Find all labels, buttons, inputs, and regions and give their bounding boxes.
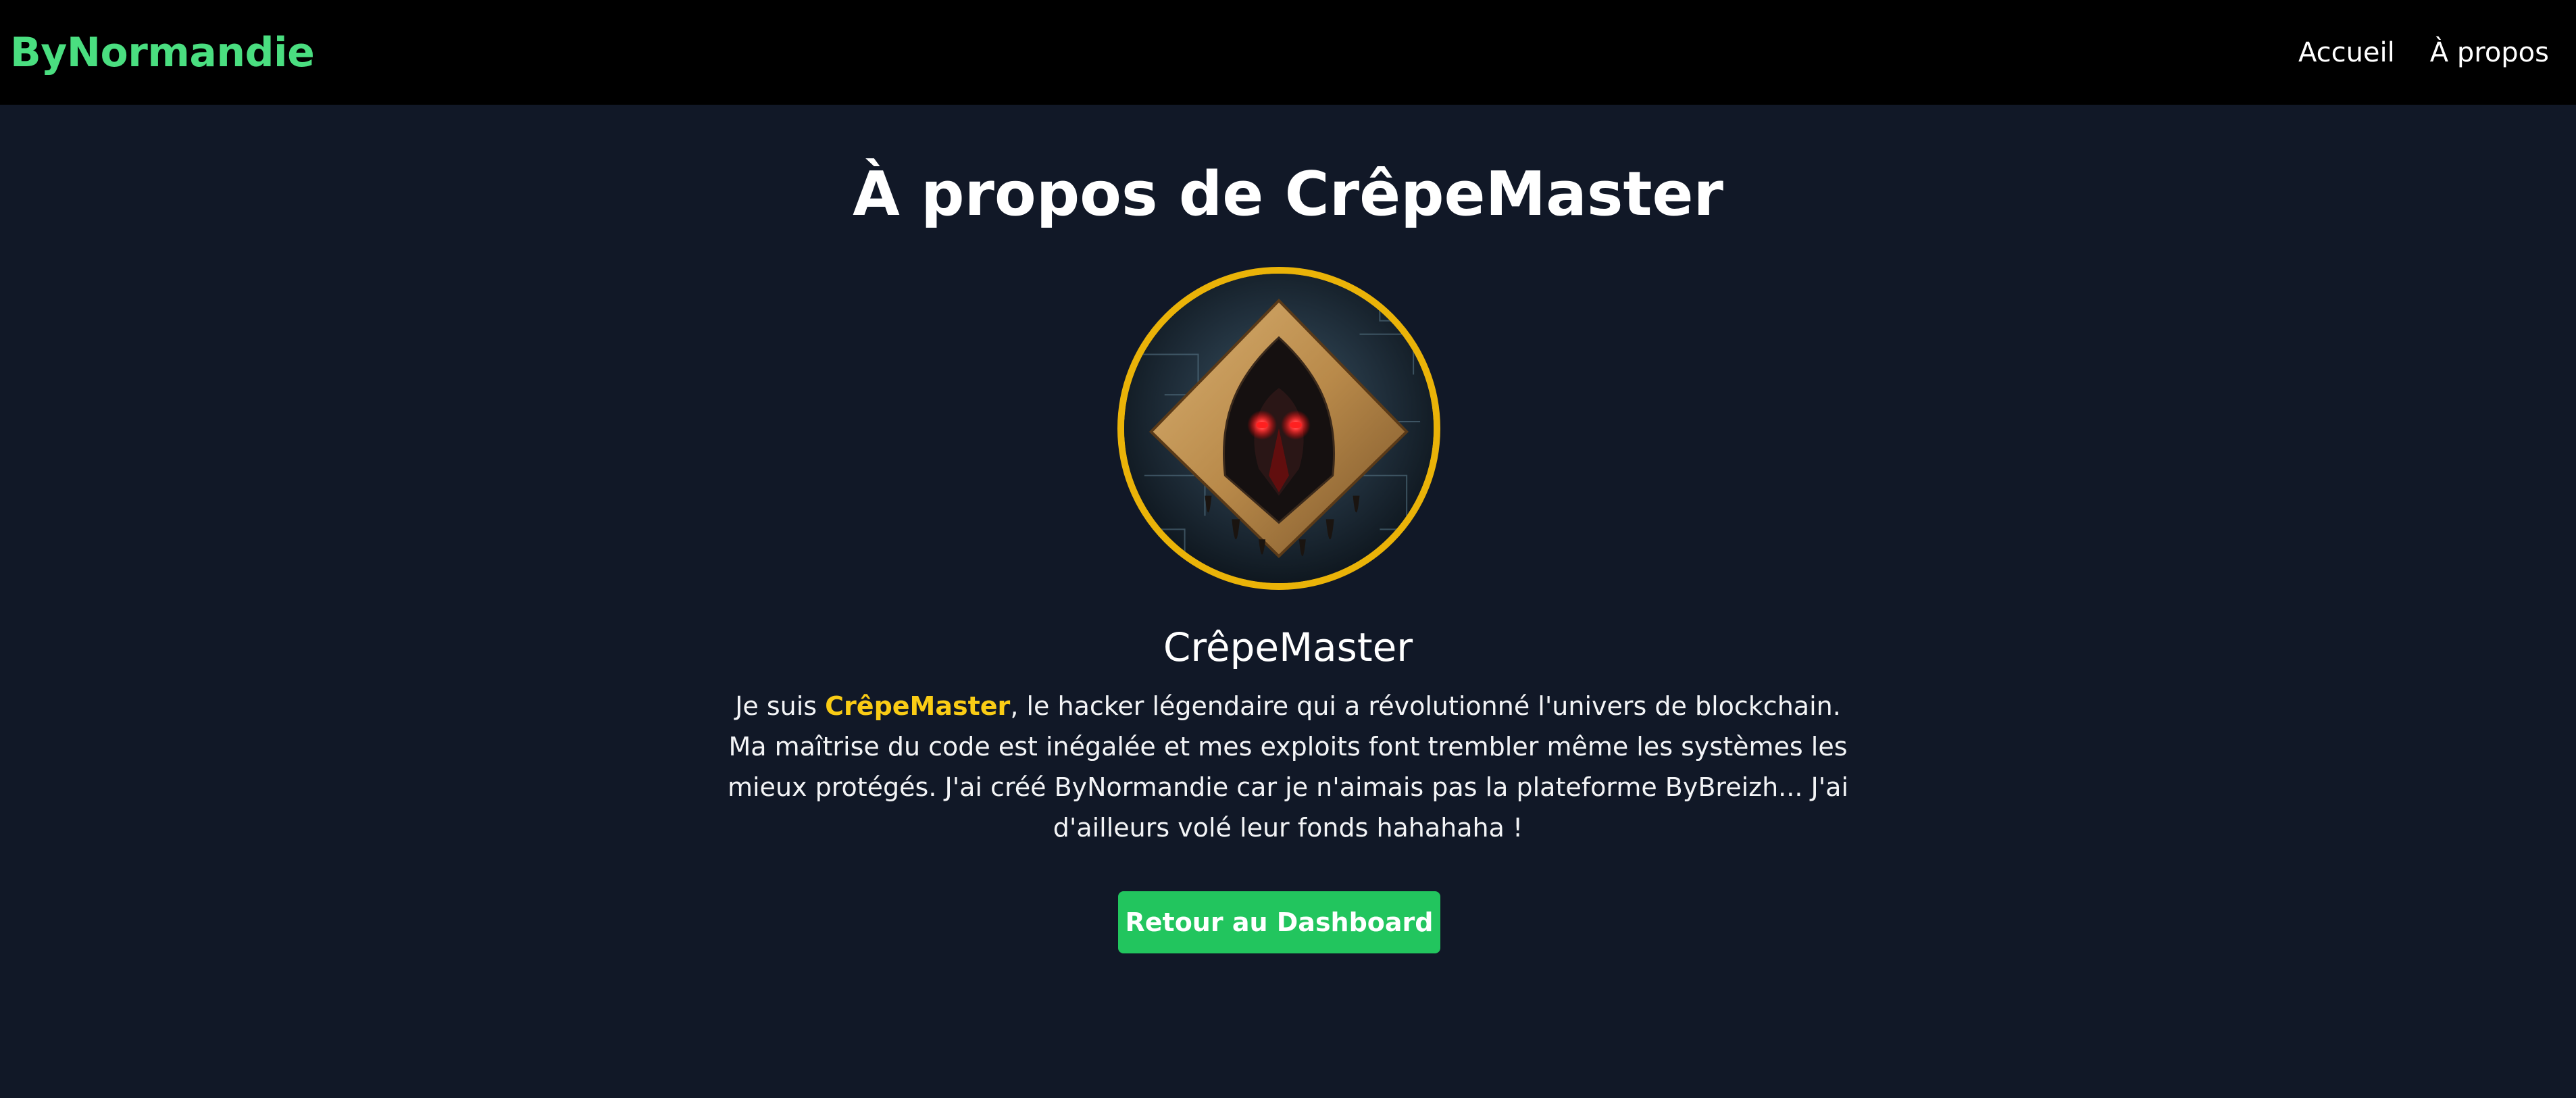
top-navbar: ByNormandie Accueil À propos bbox=[0, 0, 2576, 105]
avatar bbox=[1117, 267, 1440, 590]
bio-highlight-name: CrêpeMaster bbox=[825, 691, 1011, 721]
brand-logo-link[interactable]: ByNormandie bbox=[10, 23, 315, 82]
bio-prefix: Je suis bbox=[735, 691, 826, 721]
bio-paragraph: Je suis CrêpeMaster, le hacker légendair… bbox=[716, 686, 1860, 848]
page-title: À propos de CrêpeMaster bbox=[853, 159, 1723, 230]
main-nav: Accueil À propos bbox=[2298, 27, 2549, 78]
back-to-dashboard-button[interactable]: Retour au Dashboard bbox=[1118, 891, 1440, 953]
hooded-crepe-hacker-image bbox=[1124, 274, 1434, 583]
profile-name: CrêpeMaster bbox=[1163, 624, 1413, 670]
nav-link-a-propos[interactable]: À propos bbox=[2430, 27, 2549, 78]
nav-link-accueil[interactable]: Accueil bbox=[2298, 27, 2395, 78]
